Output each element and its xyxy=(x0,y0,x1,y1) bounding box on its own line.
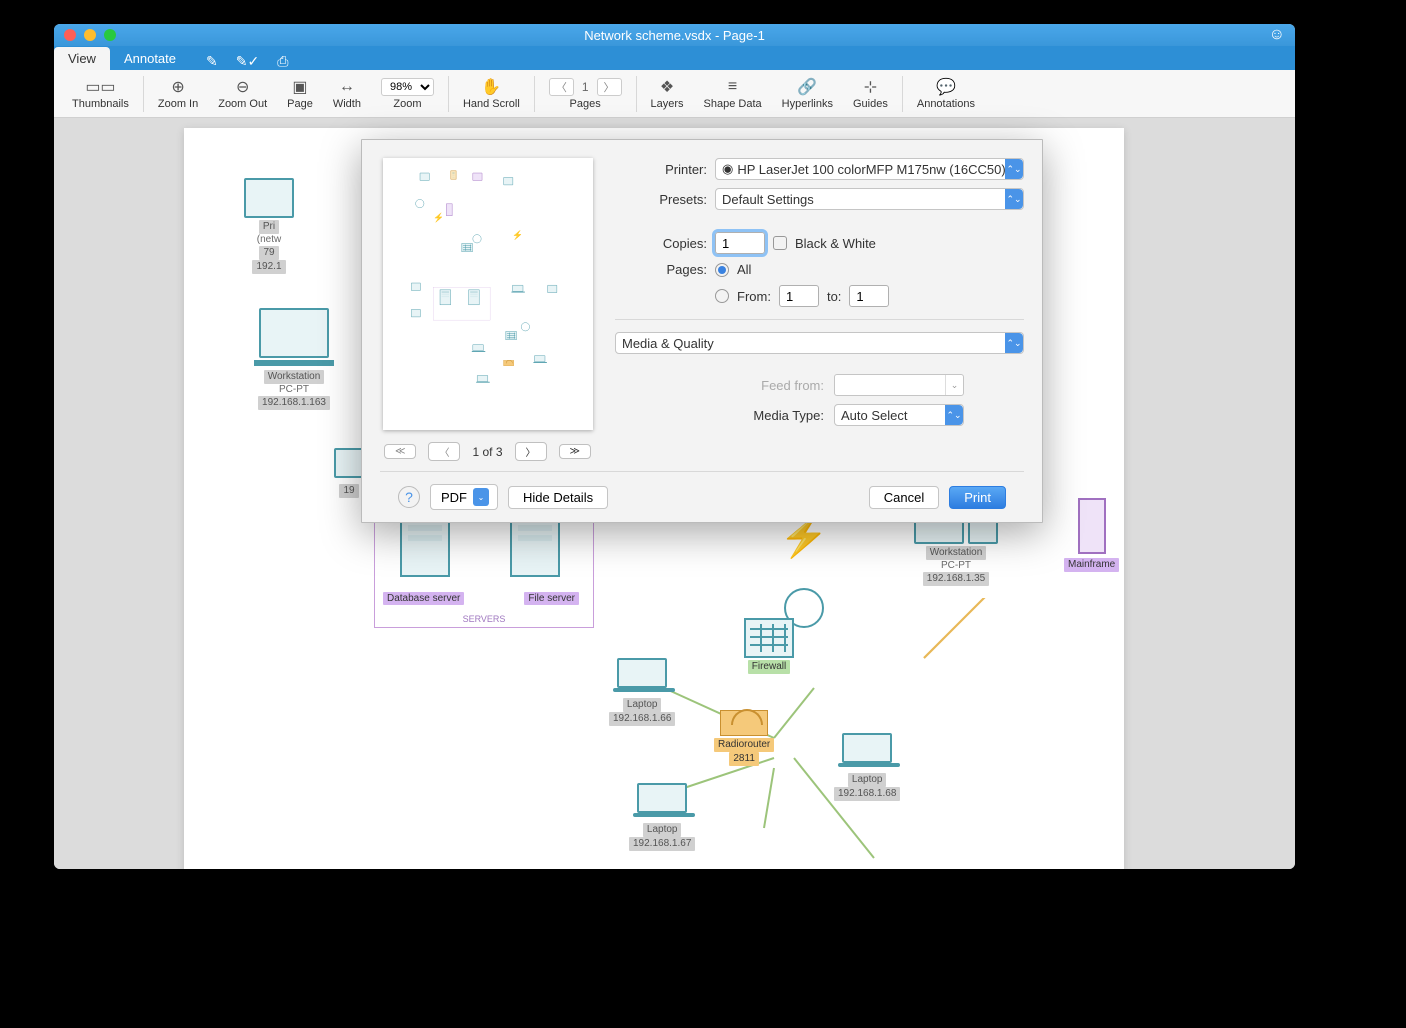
file-server-label: File server xyxy=(524,592,579,605)
print-button[interactable]: Print xyxy=(949,486,1006,509)
node-laptop-3[interactable]: Laptop192.168.1.68 xyxy=(834,733,900,801)
feedback-icon[interactable]: ☺ xyxy=(1269,26,1285,44)
pages-from-label: From: xyxy=(737,289,771,304)
preview-last-button[interactable]: ≫ xyxy=(559,444,591,459)
print-preview: ⚡ ⚡ xyxy=(383,158,593,430)
printer-label: Printer: xyxy=(615,162,707,177)
zoom-value-select[interactable]: 98% xyxy=(381,78,434,96)
hyperlinks-button[interactable]: 🔗Hyperlinks xyxy=(772,76,843,112)
node-mainframe[interactable]: Mainframe xyxy=(1064,498,1119,572)
feed-from-select[interactable]: ⌄ xyxy=(834,374,964,396)
mode-tabbar: View Annotate ✎ ✎✓ ⎙ xyxy=(54,46,1295,70)
servers-caption: SERVERS xyxy=(375,614,593,624)
pages-range-radio[interactable] xyxy=(715,289,729,303)
stamp-icon[interactable]: ✎✓ xyxy=(236,53,259,70)
zoom-in-button[interactable]: ⊕Zoom In xyxy=(148,76,208,112)
pages-to-input[interactable] xyxy=(849,285,889,307)
signature-icon[interactable]: ✎ xyxy=(206,53,218,70)
copies-label: Copies: xyxy=(615,236,707,251)
prev-page-button[interactable]: 〈 xyxy=(549,78,574,96)
pages-nav: 〈 1 〉 Pages xyxy=(539,76,632,112)
media-type-select[interactable]: Auto Select⌃⌄ xyxy=(834,404,964,426)
pdf-dropdown[interactable]: PDF⌄ xyxy=(430,484,498,510)
preview-next-button[interactable]: 〉 xyxy=(515,442,547,461)
node-printer[interactable]: Pri (netw 79 192.1 xyxy=(244,178,294,274)
node-radiorouter[interactable]: Radiorouter 2811 xyxy=(714,698,774,766)
pages-label: Pages: xyxy=(615,262,707,277)
printer-select[interactable]: ◉HP LaserJet 100 colorMFP M175nw (16CC50… xyxy=(715,158,1024,180)
presets-label: Presets: xyxy=(615,192,707,207)
guides-button[interactable]: ⊹Guides xyxy=(843,76,898,112)
hide-details-button[interactable]: Hide Details xyxy=(508,486,608,509)
bw-checkbox[interactable] xyxy=(773,236,787,250)
pages-all-label: All xyxy=(737,262,751,277)
titlebar: Network scheme.vsdx - Page-1 ☺ xyxy=(54,24,1295,46)
feed-from-label: Feed from: xyxy=(761,378,824,393)
current-page: 1 xyxy=(582,80,589,94)
preview-counter: 1 of 3 xyxy=(472,445,502,459)
next-page-button[interactable]: 〉 xyxy=(597,78,622,96)
media-type-label: Media Type: xyxy=(753,408,824,423)
help-button[interactable]: ? xyxy=(398,486,420,508)
app-window: Network scheme.vsdx - Page-1 ☺ View Anno… xyxy=(54,24,1295,869)
toolbar: ▭▭Thumbnails ⊕Zoom In ⊖Zoom Out ▣Page ↔W… xyxy=(54,70,1295,118)
preview-prev-button[interactable]: 〈 xyxy=(428,442,460,461)
node-laptop-1[interactable]: Laptop192.168.1.66 xyxy=(609,658,675,726)
annotations-button[interactable]: 💬Annotations xyxy=(907,76,985,112)
pages-from-input[interactable] xyxy=(779,285,819,307)
pages-all-radio[interactable] xyxy=(715,263,729,277)
print-dialog: ⚡ ⚡ xyxy=(361,139,1043,523)
copies-input[interactable] xyxy=(715,232,765,254)
hand-scroll-button[interactable]: ✋Hand Scroll xyxy=(453,76,530,112)
db-server-label: Database server xyxy=(383,592,464,605)
bw-label: Black & White xyxy=(795,236,876,251)
node-laptop-2[interactable]: Laptop192.168.1.67 xyxy=(629,783,695,851)
layers-button[interactable]: ❖Layers xyxy=(641,76,694,112)
presets-select[interactable]: Default Settings⌃⌄ xyxy=(715,188,1024,210)
zoom-out-button[interactable]: ⊖Zoom Out xyxy=(208,76,277,112)
window-title: Network scheme.vsdx - Page-1 xyxy=(54,28,1295,43)
node-firewall[interactable]: Firewall xyxy=(744,618,794,674)
print-icon[interactable]: ⎙ xyxy=(277,53,288,70)
fit-width-button[interactable]: ↔Width xyxy=(323,76,371,112)
shape-data-button[interactable]: ≡Shape Data xyxy=(694,76,772,112)
tab-annotate[interactable]: Annotate xyxy=(110,47,190,70)
preview-first-button[interactable]: ≪ xyxy=(384,444,416,459)
node-workstation-2[interactable]: 19 xyxy=(334,448,364,498)
cancel-button[interactable]: Cancel xyxy=(869,486,939,509)
pages-to-label: to: xyxy=(827,289,841,304)
node-workstation-1[interactable]: Workstation PC-PT 192.168.1.163 xyxy=(254,308,334,410)
thumbnails-button[interactable]: ▭▭Thumbnails xyxy=(62,76,139,112)
fit-page-button[interactable]: ▣Page xyxy=(277,76,323,112)
tab-view[interactable]: View xyxy=(54,47,110,70)
zoom-select[interactable]: 98%Zoom xyxy=(371,76,444,112)
section-select[interactable]: Media & Quality⌃⌄ xyxy=(615,332,1024,354)
